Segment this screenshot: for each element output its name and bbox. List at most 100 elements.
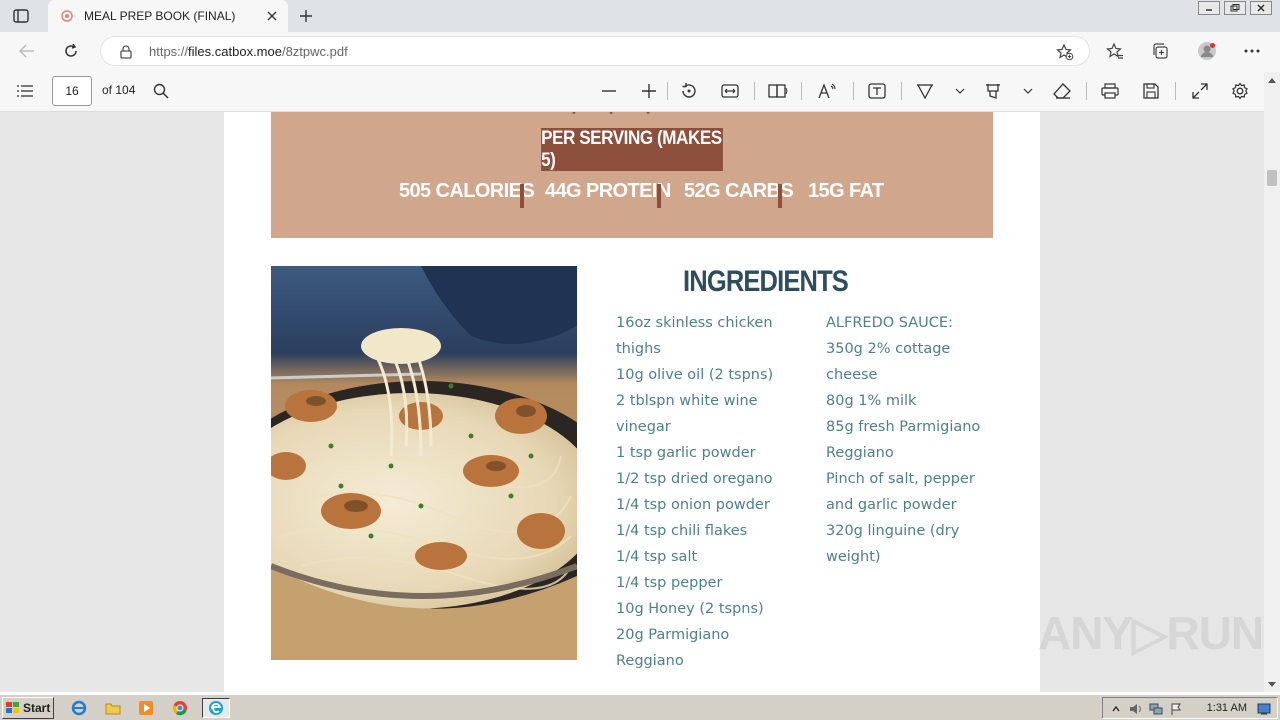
fullscreen-icon[interactable] (1189, 80, 1211, 102)
tab-bar: MEAL PREP BOOK (FINAL) (0, 0, 1280, 32)
edge-icon[interactable] (202, 698, 230, 718)
toolbar-divider (754, 82, 755, 100)
text-icon[interactable] (866, 80, 888, 102)
list-item: Reggiano (616, 653, 684, 669)
network-icon[interactable] (1149, 702, 1163, 716)
start-button[interactable]: Start (2, 697, 54, 719)
clock: 1:31 AM (1206, 702, 1247, 714)
close-icon[interactable] (264, 8, 280, 24)
contents-icon[interactable] (14, 80, 36, 102)
show-desktop-icon[interactable] (1257, 702, 1271, 716)
back-icon[interactable] (16, 40, 38, 62)
address-bar: https://files.catbox.moe/8ztpwc.pdf (0, 32, 1280, 70)
list-item: cheese (826, 367, 878, 383)
save-icon[interactable] (1140, 80, 1162, 102)
collections-icon[interactable] (1149, 40, 1171, 62)
rotate-icon[interactable] (678, 80, 700, 102)
scroll-down-icon[interactable] (1264, 676, 1280, 692)
list-item: Pinch of salt, pepper (826, 471, 975, 487)
page-count: of 104 (102, 83, 136, 97)
tab-actions-icon[interactable] (10, 6, 32, 26)
flag-icon[interactable] (1169, 702, 1183, 716)
window-close-button[interactable] (1250, 1, 1272, 15)
window-controls (1198, 1, 1272, 15)
page-view-icon[interactable] (767, 80, 789, 102)
toolbar-divider (1086, 82, 1087, 100)
lock-icon[interactable] (119, 44, 133, 59)
print-icon[interactable] (1099, 80, 1121, 102)
serving-label: PER SERVING (MAKES 5) (541, 127, 723, 171)
list-item: 350g 2% cottage (826, 341, 951, 357)
read-aloud-icon[interactable] (816, 80, 838, 102)
pdf-toolbar: 16 of 104 (0, 70, 1280, 112)
list-item: 1/2 tsp dried oregano (616, 471, 773, 487)
macro-divider (520, 184, 524, 208)
dish-photo (271, 266, 577, 660)
chrome-icon[interactable] (169, 698, 191, 718)
fat-value: 15G FAT (808, 180, 884, 202)
page-number-input[interactable]: 16 (52, 76, 92, 106)
minimize-button[interactable] (1198, 1, 1220, 15)
list-item: and garlic powder (826, 497, 957, 513)
scrollbar[interactable] (1264, 72, 1280, 692)
calories-value: 505 CALORIES (399, 180, 535, 202)
pdf-page: • • • PER SERVING (MAKES 5) 505 CALORIES… (224, 112, 1040, 692)
list-item: 1 tsp garlic powder (616, 445, 756, 461)
scroll-up-icon[interactable] (1264, 72, 1280, 88)
ingredients-list-sauce: ALFREDO SAUCE: 350g 2% cottage cheese 80… (826, 310, 1026, 570)
list-item: 1/4 tsp onion powder (616, 497, 770, 513)
system-tray: 1:31 AM (1102, 697, 1278, 719)
url-field[interactable]: https://files.catbox.moe/8ztpwc.pdf (100, 36, 1090, 66)
chevron-down-icon[interactable] (1017, 80, 1039, 102)
zoom-in-icon[interactable] (638, 80, 660, 102)
scrollbar-thumb[interactable] (1267, 170, 1277, 186)
ingredients-list-main: 16oz skinless chicken thighs 10g olive o… (616, 310, 816, 674)
folder-icon[interactable] (102, 698, 124, 718)
list-item: 10g olive oil (2 tspns) (616, 367, 774, 383)
toolbar-divider (1175, 82, 1176, 100)
profile-icon[interactable] (1196, 40, 1218, 62)
erase-icon[interactable] (1051, 80, 1073, 102)
media-player-icon[interactable] (135, 698, 157, 718)
add-favorite-icon[interactable] (1055, 42, 1075, 62)
list-item: 16oz skinless chicken (616, 315, 773, 331)
url-text: https://files.catbox.moe/8ztpwc.pdf (149, 44, 348, 59)
list-item: vinegar (616, 419, 671, 435)
more-icon[interactable] (1241, 40, 1263, 62)
list-item: 85g fresh Parmigiano (826, 419, 981, 435)
chevron-up-icon[interactable] (1109, 702, 1123, 716)
macro-divider (657, 184, 661, 208)
chevron-down-icon[interactable] (949, 80, 971, 102)
decorative-dots: • • • (571, 112, 666, 119)
settings-icon[interactable] (1229, 80, 1251, 102)
list-item: 80g 1% milk (826, 393, 917, 409)
list-item: Reggiano (826, 445, 894, 461)
fit-icon[interactable] (719, 80, 741, 102)
draw-icon[interactable] (914, 80, 936, 102)
list-item: 10g Honey (2 tspns) (616, 601, 764, 617)
favicon-icon (60, 9, 74, 23)
pdf-viewer[interactable]: • • • PER SERVING (MAKES 5) 505 CALORIES… (0, 112, 1280, 692)
browser-tab[interactable]: MEAL PREP BOOK (FINAL) (48, 0, 288, 32)
restore-button[interactable] (1224, 1, 1246, 15)
ie-icon[interactable] (68, 698, 90, 718)
taskbar: Start 1:31 AM (0, 694, 1280, 720)
list-item: ALFREDO SAUCE: (826, 315, 953, 331)
search-icon[interactable] (150, 80, 172, 102)
favorites-icon[interactable] (1104, 40, 1126, 62)
zoom-out-icon[interactable] (598, 80, 620, 102)
watermark: ANY▷RUN (1038, 607, 1264, 659)
highlight-icon[interactable] (982, 80, 1004, 102)
list-item: 1/4 tsp chili flakes (616, 523, 748, 539)
volume-icon[interactable] (1129, 702, 1143, 716)
macros-row: 505 CALORIES 44G PROTEIN 52G CARBS 15G F… (271, 180, 993, 210)
toolbar-divider (801, 82, 802, 100)
plus-icon[interactable] (296, 6, 316, 26)
tab-title: MEAL PREP BOOK (FINAL) (84, 9, 236, 23)
carbs-value: 52G CARBS (684, 180, 794, 202)
refresh-icon[interactable] (60, 40, 82, 62)
list-item: 1/4 tsp pepper (616, 575, 723, 591)
protein-value: 44G PROTEIN (545, 180, 671, 202)
macro-divider (778, 184, 782, 208)
list-item: 20g Parmigiano (616, 627, 730, 643)
